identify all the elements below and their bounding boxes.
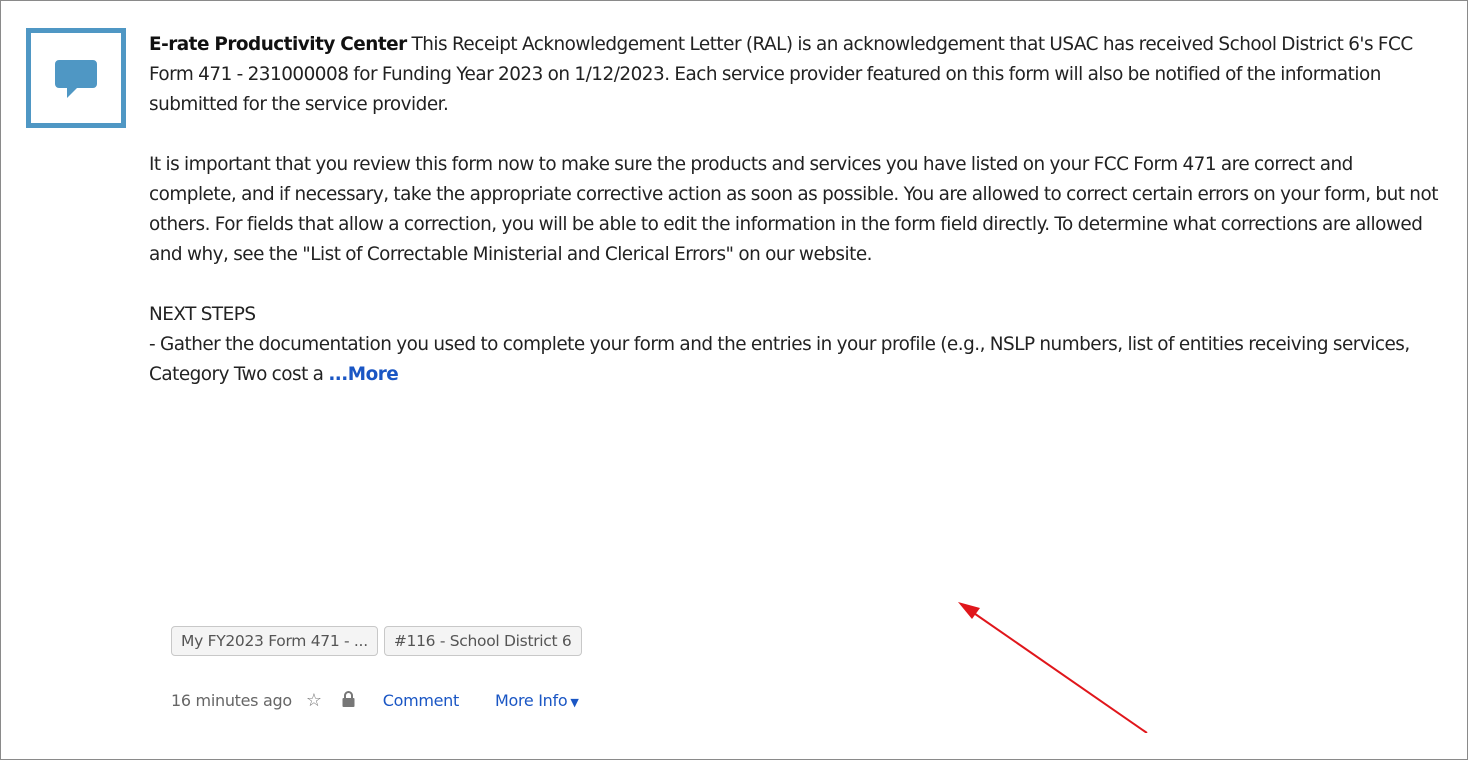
arrow-head <box>958 602 980 619</box>
arrow-shaft <box>967 608 1148 733</box>
annotation-arrow <box>958 602 1148 733</box>
